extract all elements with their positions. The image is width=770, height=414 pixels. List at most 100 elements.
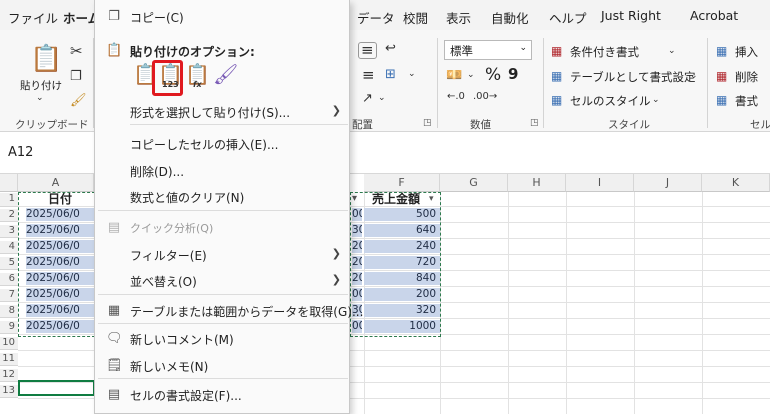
menu-item-new-note[interactable]: 🗒 新しいメモ(N) xyxy=(95,355,349,377)
row-header[interactable]: 4 xyxy=(0,241,18,254)
copy-marquee-ef xyxy=(350,192,441,337)
menu-item-format-cells[interactable]: ▤ セルの書式設定(F)... xyxy=(95,384,349,406)
decrease-decimal-icon[interactable]: .00→ xyxy=(473,92,497,102)
cell-styles-button[interactable]: セルのスタイル xyxy=(570,93,651,109)
alignment-group-label: 配置 xyxy=(352,119,373,131)
tab-data[interactable]: データ xyxy=(357,8,395,27)
orientation-icon[interactable]: ↗ xyxy=(362,92,373,105)
row-header[interactable]: 8 xyxy=(0,305,18,318)
tab-file[interactable]: ファイル xyxy=(8,8,58,27)
column-header-j[interactable]: J xyxy=(634,174,702,192)
number-dialog-launcher-icon[interactable]: ◳ xyxy=(530,118,539,128)
column-header-a[interactable]: A xyxy=(18,174,94,192)
merge-dropdown-chevron-icon[interactable]: ⌄ xyxy=(408,70,416,79)
row-header[interactable]: 6 xyxy=(0,273,18,286)
column-header-h[interactable]: H xyxy=(508,174,566,192)
cell-styles-chevron-icon[interactable]: ⌄ xyxy=(652,96,660,105)
number-format-value: 標準 xyxy=(450,44,473,58)
paste-options-bar: 📋 📋 123 📋 fx 🖌 xyxy=(130,62,250,96)
alignment-dialog-launcher-icon[interactable]: ◳ xyxy=(423,118,432,128)
row-header[interactable]: 12 xyxy=(0,369,18,382)
tab-automate[interactable]: 自動化 xyxy=(491,8,529,27)
ribbon-separator xyxy=(543,38,544,128)
insert-cells-button[interactable]: 挿入 xyxy=(735,44,758,60)
conditional-format-button[interactable]: 条件付き書式 xyxy=(570,44,639,60)
paste-icon[interactable]: 📋 xyxy=(30,46,62,72)
menu-item-insert-copied[interactable]: コピーしたセルの挿入(E)... xyxy=(95,133,349,155)
menu-item-quick-analysis: ▤ クイック分析(Q) xyxy=(107,220,214,235)
accounting-dropdown-chevron-icon[interactable]: ⌄ xyxy=(467,71,475,80)
format-cells-button[interactable]: 書式 xyxy=(735,93,758,109)
highlight-frame xyxy=(152,60,183,96)
delete-cells-button[interactable]: 削除 xyxy=(735,69,758,85)
comma-style-button[interactable]: 9 xyxy=(508,65,518,83)
merge-center-icon[interactable]: ⊞ xyxy=(385,68,396,81)
paste-options-header: 📋 貼り付けのオプション: xyxy=(106,43,255,59)
tab-review[interactable]: 校閲 xyxy=(403,8,428,27)
row-header[interactable]: 2 xyxy=(0,209,18,222)
format-as-table-icon[interactable]: ▦ xyxy=(551,70,562,82)
delete-cells-icon[interactable]: ▦ xyxy=(716,70,727,82)
menu-item-delete[interactable]: 削除(D)... xyxy=(95,160,349,182)
number-group-label: 数値 xyxy=(470,119,491,131)
conditional-format-chevron-icon[interactable]: ⌄ xyxy=(668,47,676,56)
paste-formulas-icon[interactable]: 📋 fx xyxy=(182,62,210,92)
menu-separator xyxy=(98,323,348,324)
cell-styles-icon[interactable]: ▦ xyxy=(551,94,562,106)
paste-default-icon[interactable]: 📋 xyxy=(130,62,158,92)
menu-item-filter[interactable]: フィルター(E) ❯ xyxy=(95,244,349,266)
select-all-corner[interactable] xyxy=(0,174,18,192)
cells-group-label: セル xyxy=(750,119,770,131)
tab-just-right[interactable]: Just Right xyxy=(601,8,661,23)
percent-style-button[interactable]: % xyxy=(485,65,501,85)
menu-separator xyxy=(98,378,348,379)
align-middle-icon[interactable]: ≡ xyxy=(358,42,377,59)
copy-marquee-a xyxy=(18,192,95,337)
ribbon-separator xyxy=(437,38,438,128)
format-as-table-chevron-icon[interactable]: ⌄ xyxy=(690,72,698,81)
row-header[interactable]: 5 xyxy=(0,257,18,270)
note-icon: 🗒 xyxy=(106,358,123,373)
menu-item-clear[interactable]: 数式と値のクリア(N) xyxy=(95,186,349,208)
paste-dropdown-chevron-icon[interactable]: ⌄ xyxy=(36,94,44,103)
column-header-f[interactable]: F xyxy=(364,174,440,192)
menu-item-sort[interactable]: 並べ替え(O) ❯ xyxy=(95,270,349,292)
row-header[interactable]: 13 xyxy=(0,385,18,398)
menu-separator xyxy=(98,294,348,295)
row-header[interactable]: 3 xyxy=(0,225,18,238)
align-center-icon[interactable]: ≡ xyxy=(362,68,375,83)
row-header[interactable]: 11 xyxy=(0,353,18,366)
column-header-k[interactable]: K xyxy=(702,174,770,192)
column-header-i[interactable]: I xyxy=(566,174,634,192)
increase-decimal-icon[interactable]: ←.0 xyxy=(447,92,465,102)
paste-formatting-icon[interactable]: 🖌 xyxy=(210,62,238,92)
orientation-dropdown-chevron-icon[interactable]: ⌄ xyxy=(378,94,386,103)
format-as-table-button[interactable]: テーブルとして書式設定 xyxy=(570,69,695,85)
wrap-text-icon[interactable]: ↩ xyxy=(385,42,396,55)
grid-line xyxy=(566,192,567,414)
menu-item-paste-special[interactable]: 形式を選択して貼り付け(S)... ❯ xyxy=(95,101,349,123)
conditional-format-icon[interactable]: ▦ xyxy=(551,45,562,57)
row-header[interactable]: 9 xyxy=(0,321,18,334)
format-cells-icon[interactable]: ▦ xyxy=(716,94,727,106)
menu-item-copy[interactable]: ❐ コピー(C) xyxy=(95,6,349,28)
row-header[interactable]: 1 xyxy=(0,193,18,207)
tab-view[interactable]: 表示 xyxy=(446,8,471,27)
column-header-g[interactable]: G xyxy=(440,174,508,192)
copy-icon[interactable]: ❐ xyxy=(70,70,82,83)
number-format-dropdown[interactable]: 標準 ⌄ xyxy=(444,40,532,60)
menu-item-get-data[interactable]: ▦ テーブルまたは範囲からデータを取得(G)... xyxy=(95,300,364,322)
name-box[interactable]: A12 xyxy=(8,145,33,160)
tab-acrobat[interactable]: Acrobat xyxy=(690,8,738,23)
row-header[interactable]: 7 xyxy=(0,289,18,302)
paste-button-label[interactable]: 貼り付け xyxy=(20,78,62,93)
accounting-format-icon[interactable]: 💴 xyxy=(446,69,462,82)
tab-help[interactable]: ヘルプ xyxy=(549,8,587,27)
active-cell[interactable] xyxy=(18,380,95,396)
menu-item-new-comment[interactable]: 🗨 新しいコメント(M) xyxy=(95,328,349,350)
cut-icon[interactable]: ✂ xyxy=(70,44,83,59)
format-painter-icon[interactable]: 🖌 xyxy=(70,94,87,107)
submenu-arrow-icon: ❯ xyxy=(331,247,341,260)
insert-cells-icon[interactable]: ▦ xyxy=(716,45,727,57)
row-header[interactable]: 10 xyxy=(0,337,18,350)
